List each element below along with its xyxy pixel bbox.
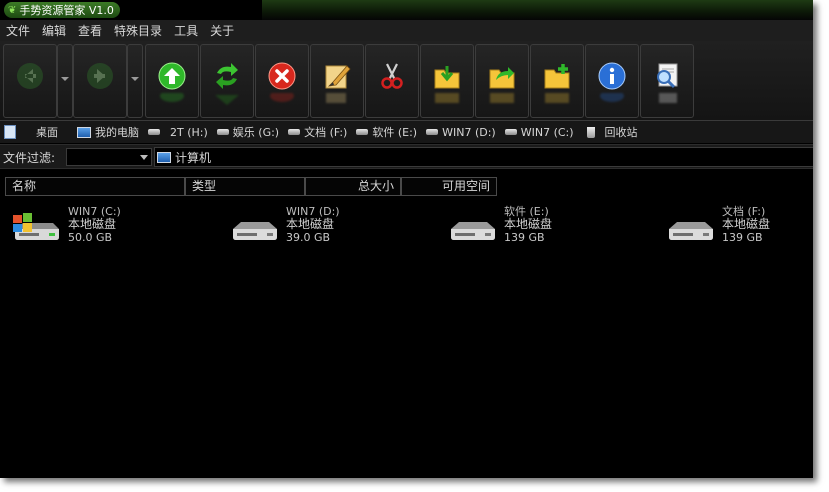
up-icon	[158, 62, 186, 90]
computer-icon	[157, 151, 171, 163]
drive-icon	[148, 129, 160, 135]
cut-icon	[381, 63, 403, 89]
new-folder-icon	[544, 64, 570, 89]
info-button[interactable]	[585, 44, 639, 118]
hard-drive-icon	[669, 222, 713, 240]
drive-item[interactable]: 文档 (F:) 本地磁盘 139 GB	[665, 205, 813, 249]
refresh-icon	[216, 63, 238, 89]
rename-icon	[325, 65, 351, 89]
drive-item[interactable]: WIN7 (C:) 本地磁盘 50.0 GB	[11, 205, 211, 249]
fav-desktop[interactable]: 桌面	[4, 124, 58, 140]
menu-about[interactable]: 关于	[204, 22, 240, 39]
move-icon	[489, 67, 515, 89]
move-button[interactable]	[475, 44, 529, 118]
toolbar	[0, 41, 813, 121]
filter-label: 文件过滤:	[3, 151, 56, 165]
fav-my-computer[interactable]: 我的电脑	[77, 124, 139, 140]
computer-icon	[77, 126, 91, 138]
recycle-bin-icon	[586, 126, 595, 138]
filter-bar: 文件过滤: 计算机	[0, 144, 813, 169]
rename-button[interactable]	[310, 44, 364, 118]
refresh-button[interactable]	[200, 44, 254, 118]
drive-icon	[356, 129, 369, 135]
drive-icon	[426, 129, 439, 135]
menu-bar: 文件 编辑 查看 特殊目录 工具 关于	[0, 20, 813, 41]
up-button[interactable]	[145, 44, 199, 118]
menu-edit[interactable]: 编辑	[36, 22, 72, 39]
delete-icon	[268, 62, 296, 90]
title-bar[interactable]: ❦ 手势资源管家 V1.0	[0, 0, 813, 20]
drive-item[interactable]: 软件 (E:) 本地磁盘 139 GB	[447, 205, 647, 249]
app-title: ❦ 手势资源管家 V1.0	[4, 2, 120, 18]
desktop-icon	[4, 125, 16, 139]
favorites-bar: 桌面 我的电脑 2T (H:) 娱乐 (G:) 文档 (F:) 软件 (E:) …	[0, 121, 813, 143]
paste-icon	[434, 66, 460, 89]
drive-icon	[288, 129, 301, 135]
filter-select[interactable]	[66, 148, 152, 166]
chevron-down-icon	[140, 155, 148, 160]
app-logo-icon: ❦	[8, 4, 17, 16]
fav-recycle-bin[interactable]: 回收站	[583, 124, 638, 140]
fav-drive-c[interactable]: WIN7 (C:)	[504, 126, 574, 139]
drive-icon	[216, 129, 229, 135]
search-icon	[657, 63, 678, 89]
forward-dropdown-button[interactable]	[127, 44, 143, 118]
forward-icon	[87, 63, 113, 89]
back-icon	[17, 63, 43, 89]
menu-file[interactable]: 文件	[0, 22, 36, 39]
menu-view[interactable]: 查看	[72, 22, 108, 39]
column-header-total-size[interactable]: 总大小	[305, 177, 401, 196]
delete-button[interactable]	[255, 44, 309, 118]
cut-button[interactable]	[365, 44, 419, 118]
column-header-name[interactable]: 名称	[5, 177, 185, 196]
paste-button[interactable]	[420, 44, 474, 118]
info-icon	[598, 62, 626, 90]
address-value: 计算机	[175, 150, 212, 165]
hard-drive-icon	[233, 222, 277, 240]
address-bar[interactable]: 计算机	[154, 147, 813, 167]
app-window: ❦ 手势资源管家 V1.0 文件 编辑 查看 特殊目录 工具 关于 桌面 我的电…	[0, 0, 813, 478]
menu-special-folders[interactable]: 特殊目录	[108, 22, 168, 39]
drive-icon	[504, 129, 517, 135]
fav-drive-f[interactable]: 文档 (F:)	[288, 124, 347, 140]
menu-tools[interactable]: 工具	[168, 22, 204, 39]
fav-drive-g[interactable]: 娱乐 (G:)	[216, 124, 279, 140]
back-dropdown-button[interactable]	[57, 44, 73, 118]
fav-drive-h[interactable]: 2T (H:)	[148, 126, 208, 139]
forward-button[interactable]	[73, 44, 127, 118]
windows-drive-icon	[13, 213, 59, 240]
new-folder-button[interactable]	[530, 44, 584, 118]
column-headers: 名称 类型 总大小 可用空间	[5, 177, 497, 196]
hard-drive-icon	[451, 222, 495, 240]
column-header-type[interactable]: 类型	[185, 177, 305, 196]
drive-item[interactable]: WIN7 (D:) 本地磁盘 39.0 GB	[229, 205, 429, 249]
fav-drive-d[interactable]: WIN7 (D:)	[426, 126, 496, 139]
fav-drive-e[interactable]: 软件 (E:)	[356, 124, 417, 140]
search-button[interactable]	[640, 44, 694, 118]
back-button[interactable]	[3, 44, 57, 118]
column-header-free-space[interactable]: 可用空间	[401, 177, 497, 196]
